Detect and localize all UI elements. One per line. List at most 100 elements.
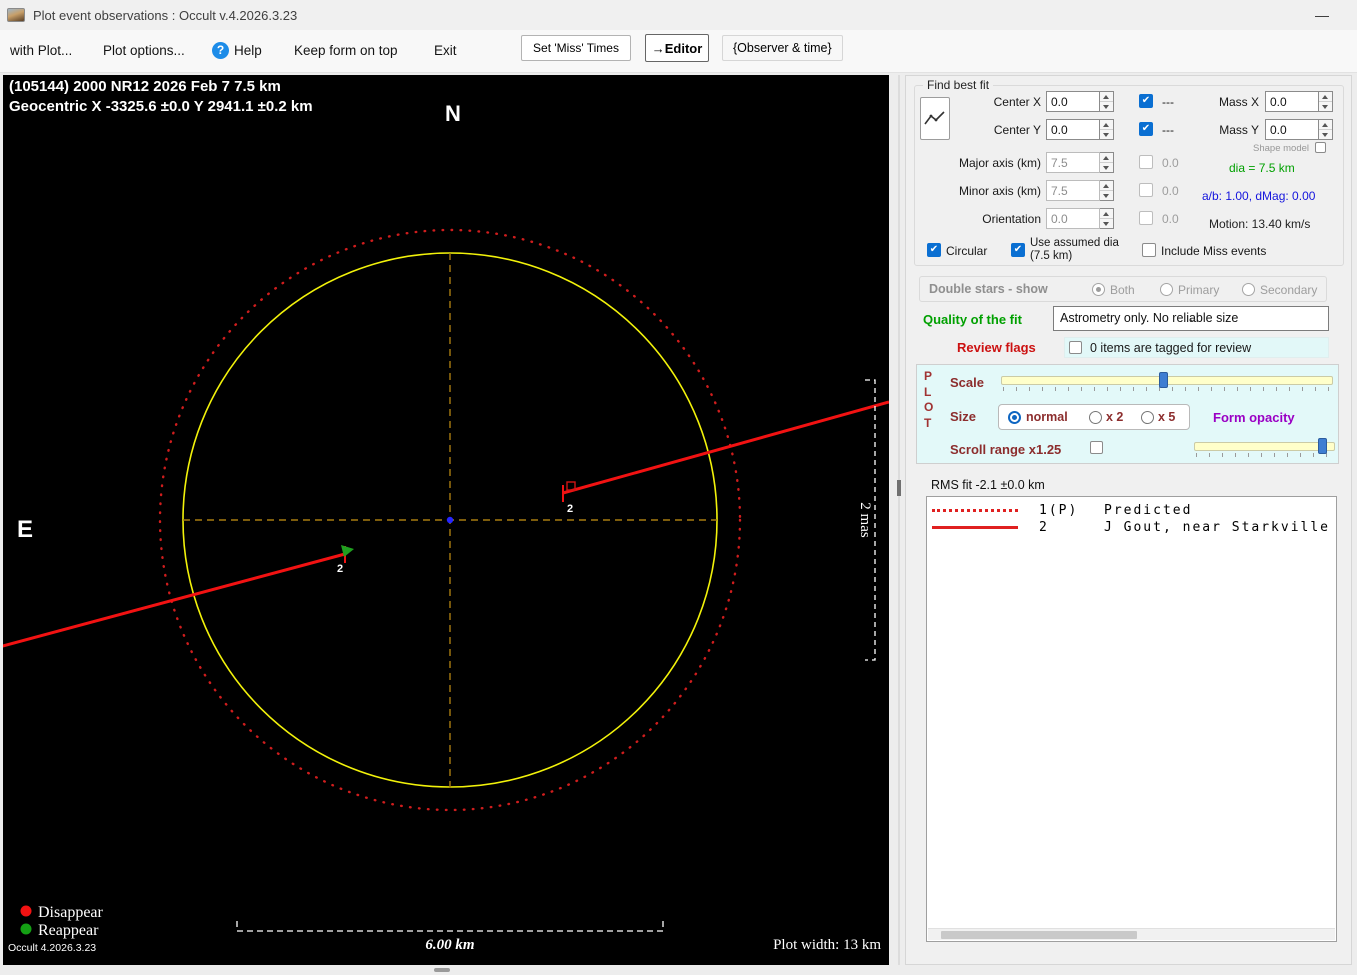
disappear-legend-label: Disappear bbox=[38, 904, 104, 921]
chord-2-label-left: 2 bbox=[337, 563, 343, 575]
center-x-spinner[interactable] bbox=[1100, 91, 1114, 112]
spinner-down-icon[interactable] bbox=[1319, 102, 1332, 111]
orientation-spinner[interactable] bbox=[1100, 208, 1114, 229]
center-y-dash: --- bbox=[1162, 123, 1174, 137]
spinner-down-icon[interactable] bbox=[1100, 219, 1113, 228]
splitter-grip[interactable] bbox=[897, 480, 901, 496]
shape-model-checkbox[interactable] bbox=[1315, 142, 1326, 153]
center-point bbox=[446, 516, 454, 524]
include-miss-checkbox[interactable] bbox=[1142, 243, 1156, 257]
circular-checkbox[interactable]: ✔ bbox=[927, 243, 941, 257]
major-axis-spinner[interactable] bbox=[1100, 152, 1114, 173]
major-axis-checkbox[interactable] bbox=[1139, 155, 1153, 169]
title-bar: Plot event observations : Occult v.4.202… bbox=[0, 0, 1357, 30]
size-options-box: normal x 2 x 5 bbox=[998, 404, 1190, 430]
app-icon bbox=[7, 8, 25, 22]
double-stars-secondary-radio[interactable] bbox=[1242, 283, 1255, 296]
menu-exit[interactable]: Exit bbox=[434, 43, 457, 58]
spinner-up-icon[interactable] bbox=[1100, 153, 1113, 163]
help-icon[interactable]: ? bbox=[212, 42, 229, 59]
observations-list[interactable]: 1(P) Predicted 2 J Gout, near Starkville bbox=[926, 496, 1337, 942]
mass-x-label: Mass X bbox=[1218, 95, 1259, 109]
double-stars-both-radio[interactable] bbox=[1092, 283, 1105, 296]
form-opacity-label[interactable]: Form opacity bbox=[1213, 410, 1295, 425]
mass-x-spinner[interactable] bbox=[1319, 91, 1333, 112]
scale-slider[interactable] bbox=[1001, 372, 1333, 392]
spinner-down-icon[interactable] bbox=[1319, 130, 1332, 139]
minor-axis-spinner[interactable] bbox=[1100, 180, 1114, 201]
menu-keep-on-top[interactable]: Keep form on top bbox=[294, 43, 398, 58]
chord-2-left-segment[interactable] bbox=[0, 552, 346, 649]
minor-axis-input[interactable] bbox=[1046, 180, 1100, 201]
scroll-range-label: Scroll range x1.25 bbox=[950, 442, 1062, 457]
spinner-up-icon[interactable] bbox=[1100, 209, 1113, 219]
scroll-range-checkbox[interactable] bbox=[1090, 441, 1103, 454]
scale-label: Scale bbox=[950, 375, 984, 390]
minimize-button[interactable]: — bbox=[1305, 4, 1339, 26]
spinner-down-icon[interactable] bbox=[1100, 102, 1113, 111]
double-stars-primary-radio[interactable] bbox=[1160, 283, 1173, 296]
east-label: E bbox=[17, 516, 33, 543]
scroll-range-slider-track[interactable] bbox=[1194, 442, 1335, 451]
check-icon: ✔ bbox=[1141, 95, 1151, 106]
size-x5-radio[interactable] bbox=[1141, 411, 1154, 424]
spinner-down-icon[interactable] bbox=[1100, 163, 1113, 172]
center-x-checkbox[interactable]: ✔ bbox=[1139, 94, 1153, 108]
menu-with-plot[interactable]: with Plot... bbox=[10, 43, 72, 58]
list-item[interactable]: 1(P) Predicted bbox=[927, 502, 1336, 519]
center-x-dash: --- bbox=[1162, 95, 1174, 109]
spinner-up-icon[interactable] bbox=[1319, 120, 1332, 130]
size-label: Size bbox=[950, 409, 977, 424]
observation-id: 1(P) bbox=[1039, 503, 1079, 518]
spinner-up-icon[interactable] bbox=[1319, 92, 1332, 102]
scroll-range-slider-thumb[interactable] bbox=[1318, 438, 1327, 454]
run-fit-button[interactable] bbox=[920, 97, 950, 140]
review-flags-checkbox[interactable] bbox=[1069, 341, 1082, 354]
scrollbar-thumb[interactable] bbox=[941, 931, 1137, 939]
center-x-input[interactable] bbox=[1046, 91, 1100, 112]
set-miss-times-button[interactable]: Set 'Miss' Times bbox=[521, 35, 631, 61]
spinner-up-icon[interactable] bbox=[1100, 120, 1113, 130]
check-icon: ✔ bbox=[1141, 123, 1151, 134]
observation-name: J Gout, near Starkville bbox=[1104, 520, 1331, 535]
size-x2-radio[interactable] bbox=[1089, 411, 1102, 424]
horizontal-scrollbar[interactable] bbox=[928, 928, 1335, 940]
mass-x-input[interactable] bbox=[1265, 91, 1319, 112]
scale-slider-thumb[interactable] bbox=[1159, 372, 1168, 388]
quality-value: Astrometry only. No reliable size bbox=[1060, 311, 1239, 325]
minor-axis-label: Minor axis (km) bbox=[958, 184, 1041, 198]
spinner-up-icon[interactable] bbox=[1100, 181, 1113, 191]
scroll-range-slider[interactable] bbox=[1194, 438, 1335, 458]
center-y-input[interactable] bbox=[1046, 119, 1100, 140]
use-assumed-checkbox[interactable]: ✔ bbox=[1011, 243, 1025, 257]
orientation-checkbox[interactable] bbox=[1139, 211, 1153, 225]
spinner-down-icon[interactable] bbox=[1100, 191, 1113, 200]
spinner-down-icon[interactable] bbox=[1100, 130, 1113, 139]
spinner-up-icon[interactable] bbox=[1100, 92, 1113, 102]
find-best-fit-title: Find best fit bbox=[923, 78, 994, 92]
observer-time-button[interactable]: {Observer & time} bbox=[722, 35, 843, 61]
major-axis-input[interactable] bbox=[1046, 152, 1100, 173]
scroll-range-slider-ticks bbox=[1196, 453, 1335, 457]
center-y-checkbox[interactable]: ✔ bbox=[1139, 122, 1153, 136]
menu-plot-options[interactable]: Plot options... bbox=[103, 43, 185, 58]
mass-y-input[interactable] bbox=[1265, 119, 1319, 140]
plot-canvas[interactable]: 2 2 2 mas 6.00 km (105144) 2000 NR12 202… bbox=[0, 75, 890, 965]
size-normal-radio[interactable] bbox=[1008, 411, 1021, 424]
orientation-input[interactable] bbox=[1046, 208, 1100, 229]
control-panel: Find best fit Center X ✔ --- Mass X Cent… bbox=[905, 75, 1352, 965]
center-y-spinner[interactable] bbox=[1100, 119, 1114, 140]
chord-2-right-segment[interactable] bbox=[562, 400, 890, 495]
km-scale-label: 6.00 km bbox=[425, 937, 474, 953]
mass-y-spinner[interactable] bbox=[1319, 119, 1333, 140]
editor-button[interactable]: →Editor bbox=[645, 34, 709, 62]
size-x2-label: x 2 bbox=[1106, 410, 1124, 424]
minor-axis-checkbox[interactable] bbox=[1139, 183, 1153, 197]
menu-help[interactable]: Help bbox=[234, 43, 262, 58]
use-assumed-label: Use assumed dia (7.5 km) bbox=[1030, 237, 1119, 262]
list-item[interactable]: 2 J Gout, near Starkville bbox=[927, 519, 1336, 536]
panel-splitter[interactable] bbox=[898, 75, 900, 965]
ab-dmag-text: a/b: 1.00, dMag: 0.00 bbox=[1202, 189, 1316, 203]
resize-handle[interactable] bbox=[434, 968, 450, 972]
occultation-plot: 2 2 2 mas 6.00 km (105144) 2000 NR12 202… bbox=[0, 78, 890, 954]
